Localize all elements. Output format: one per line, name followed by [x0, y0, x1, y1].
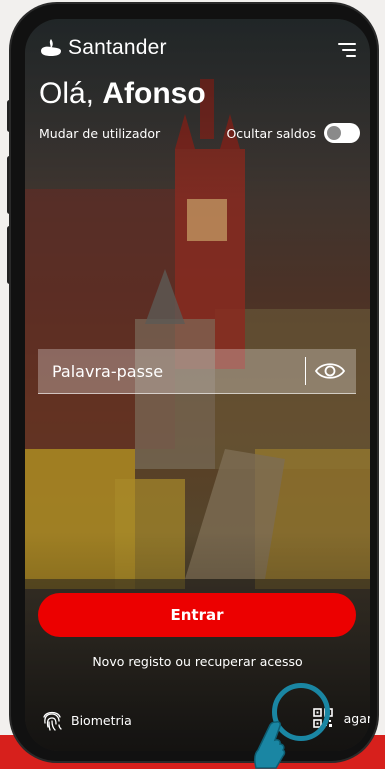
brand-name: Santander — [68, 36, 167, 59]
pay-label: agar — [343, 710, 370, 726]
greeting-prefix: Olá, — [39, 77, 103, 110]
password-field — [38, 349, 356, 394]
app-screen: Santander Olá, Afonso Mudar de utilizado… — [25, 19, 370, 751]
greeting: Olá, Afonso — [39, 77, 206, 111]
password-input[interactable] — [38, 349, 300, 393]
enter-button[interactable]: Entrar — [38, 593, 356, 637]
toggle-knob — [327, 126, 341, 140]
eye-icon[interactable] — [314, 359, 346, 383]
menu-icon[interactable] — [338, 43, 356, 57]
switch-user-link[interactable]: Mudar de utilizador — [39, 126, 160, 141]
santander-flame-icon — [41, 39, 61, 56]
user-name: Afonso — [102, 77, 206, 110]
pointing-hand-icon — [253, 721, 286, 769]
field-divider — [305, 357, 306, 385]
biometrics-button[interactable]: Biometria — [39, 707, 132, 733]
fingerprint-icon — [43, 711, 62, 731]
santander-logo: Santander — [39, 36, 167, 60]
register-or-recover-link[interactable]: Novo registo ou recuperar acesso — [25, 654, 370, 669]
biometrics-label: Biometria — [71, 712, 132, 728]
hide-balances-toggle[interactable] — [324, 123, 360, 143]
hide-balances-label: Ocultar saldos — [226, 126, 316, 141]
